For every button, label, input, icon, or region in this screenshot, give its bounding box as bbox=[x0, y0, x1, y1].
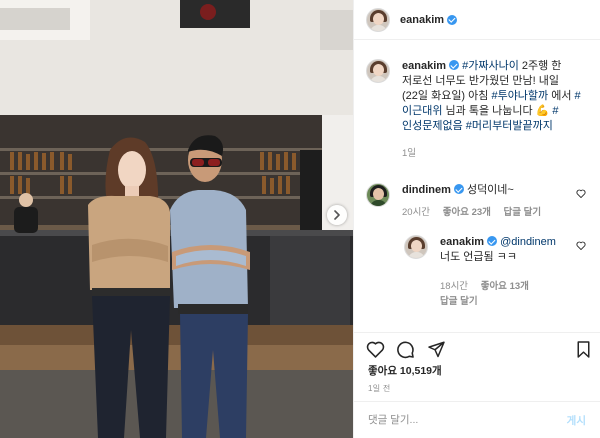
photo-scene bbox=[0, 0, 353, 438]
post-photo[interactable] bbox=[0, 0, 353, 438]
post-comment-button[interactable]: 게시 bbox=[567, 413, 586, 428]
heart-icon[interactable] bbox=[576, 189, 586, 198]
comment-item: dindinem 성덕이네~ 20시간 좋아요 23개 답글 달기 bbox=[366, 183, 588, 220]
hashtag-link[interactable]: #투야나할까 bbox=[491, 90, 548, 102]
hashtag-link[interactable]: #머리부터발끝까지 bbox=[466, 120, 553, 132]
heart-icon[interactable] bbox=[366, 340, 385, 358]
post-caption: eanakim #가짜사나이 2주행 한 저로선 너무도 반가웠던 만남! 내일… bbox=[366, 59, 588, 161]
hashtag-link[interactable]: #가짜사나이 bbox=[462, 60, 519, 72]
comments-list: eanakim #가짜사나이 2주행 한 저로선 너무도 반가웠던 만남! 내일… bbox=[354, 41, 600, 327]
avatar[interactable] bbox=[366, 59, 390, 83]
caption-timestamp[interactable]: 1일 bbox=[402, 148, 416, 159]
verified-badge-icon bbox=[449, 60, 460, 70]
post-author-username[interactable]: eanakim bbox=[400, 14, 444, 26]
caption-body: eanakim #가짜사나이 2주행 한 저로선 너무도 반가웠던 만남! 내일… bbox=[402, 59, 588, 161]
avatar[interactable] bbox=[404, 235, 428, 259]
comment-reply-item: eanakim @dindinem 너도 언급됨 ㅋㅋ 18시간 좋아요 13개… bbox=[404, 235, 588, 309]
caption-username[interactable]: eanakim bbox=[402, 60, 446, 72]
reply-likes-count[interactable]: 좋아요 13개 bbox=[481, 281, 529, 292]
likes-count[interactable]: 좋아요 10,519개 bbox=[368, 363, 442, 378]
reply-timestamp[interactable]: 18시간 bbox=[440, 281, 468, 292]
post-date[interactable]: 1일 전 bbox=[368, 383, 391, 394]
reply-button[interactable]: 답글 달기 bbox=[440, 296, 478, 307]
reply-text: 너도 언급됨 ㅋㅋ bbox=[440, 251, 517, 263]
comment-input[interactable] bbox=[368, 414, 567, 426]
reply-username[interactable]: eanakim bbox=[440, 236, 484, 248]
paper-plane-icon[interactable] bbox=[427, 340, 446, 358]
verified-badge-icon bbox=[487, 236, 498, 246]
bookmark-icon[interactable] bbox=[576, 340, 591, 359]
post-side-panel: eanakim eanakim #가짜사나이 2주행 한 저로선 너무도 반가웠… bbox=[353, 0, 600, 438]
caption-text: 에서 bbox=[548, 90, 575, 102]
post-actions-bar bbox=[354, 332, 600, 362]
next-photo-button[interactable] bbox=[327, 205, 347, 225]
caption-text: 님과 톡을 나눕니다 💪 bbox=[442, 105, 553, 117]
comment-text: 성덕이네~ bbox=[463, 184, 514, 196]
comment-bubble-icon[interactable] bbox=[396, 340, 415, 359]
comment-timestamp[interactable]: 20시간 bbox=[402, 207, 430, 218]
reply-body: eanakim @dindinem 너도 언급됨 ㅋㅋ 18시간 좋아요 13개… bbox=[440, 235, 588, 309]
comment-username[interactable]: dindinem bbox=[402, 184, 451, 196]
reply-button[interactable]: 답글 달기 bbox=[504, 207, 542, 218]
comment-likes-count[interactable]: 좋아요 23개 bbox=[443, 207, 491, 218]
verified-badge-icon bbox=[447, 14, 458, 25]
verified-badge-icon bbox=[453, 184, 464, 194]
heart-icon[interactable] bbox=[576, 241, 586, 250]
avatar[interactable] bbox=[366, 183, 390, 207]
avatar[interactable] bbox=[366, 7, 390, 32]
add-comment-bar: 게시 bbox=[354, 401, 600, 438]
post-header: eanakim bbox=[354, 0, 600, 40]
mention-link[interactable]: @dindinem bbox=[500, 236, 556, 248]
chevron-right-icon bbox=[334, 210, 340, 220]
comment-body: dindinem 성덕이네~ 20시간 좋아요 23개 답글 달기 bbox=[402, 183, 588, 220]
